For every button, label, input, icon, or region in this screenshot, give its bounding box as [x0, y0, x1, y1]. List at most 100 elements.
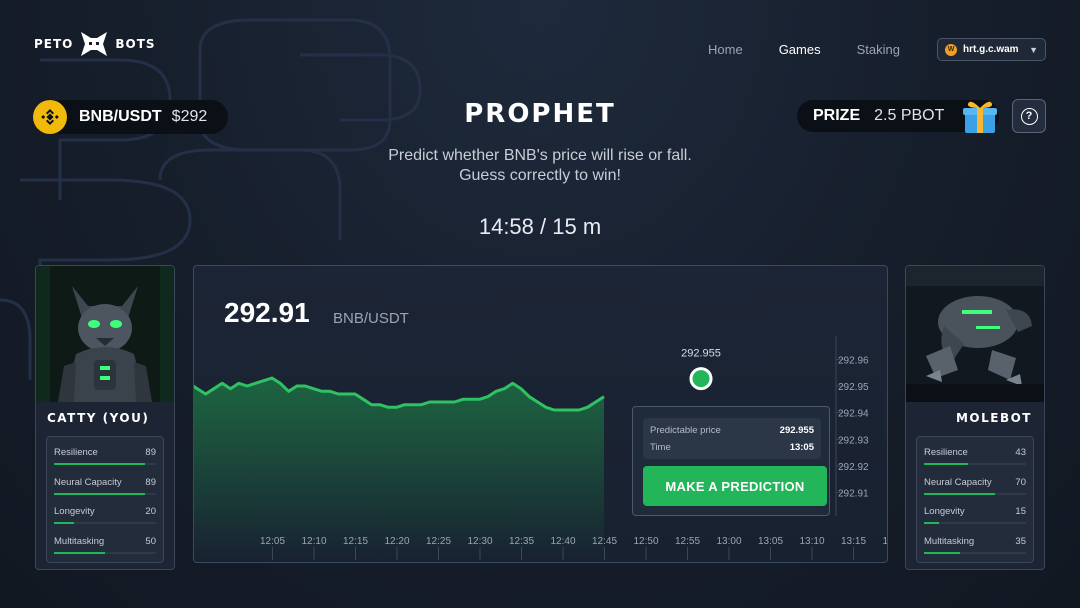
stat-label: Longevity	[924, 506, 965, 517]
player-stats-panel: Resilience 89 Neural Capacity 89 Longevi…	[46, 436, 164, 563]
wax-coin-icon: W	[945, 43, 957, 56]
stat-bar	[54, 492, 156, 495]
y-tick-label: 292.92	[838, 462, 869, 473]
catty-portrait-image	[36, 266, 174, 402]
stat-bar-fill	[924, 551, 960, 554]
stat-row: Resilience 89	[54, 441, 156, 471]
stat-label: Resilience	[924, 447, 968, 458]
stat-bar-fill	[54, 551, 105, 554]
stat-value: 70	[1015, 476, 1026, 488]
subtitle-line-2: Guess correctly to win!	[459, 167, 621, 184]
y-tick-label: 292.96	[838, 355, 869, 366]
brand-right: BOTS	[115, 37, 156, 51]
stat-value: 15	[1015, 506, 1026, 517]
x-tick-label: 12:35	[509, 536, 534, 547]
stat-bar-fill	[924, 463, 968, 465]
y-tick-label: 292.95	[838, 382, 869, 393]
x-tick-label: 12:30	[467, 536, 492, 547]
opponent-stats-panel: Resilience 43 Neural Capacity 70 Longevi…	[916, 436, 1034, 563]
x-tick-label: 12:50	[633, 536, 658, 547]
stat-label: Neural Capacity	[924, 476, 992, 488]
stat-bar	[924, 551, 1026, 554]
prediction-panel: Predictable price 292.955 Time 13:05 MAK…	[632, 406, 830, 516]
stat-label: Neural Capacity	[54, 476, 122, 488]
stat-row: Longevity 15	[924, 500, 1026, 530]
predictable-price-row: Predictable price 292.955	[650, 425, 814, 436]
make-prediction-button[interactable]: MAKE A PREDICTION	[643, 466, 827, 506]
brand-logo[interactable]: PETO BOTS	[34, 30, 156, 58]
brand-left: PETO	[34, 37, 74, 51]
y-tick-label: 292.91	[838, 489, 869, 500]
molebot-portrait-image	[906, 266, 1044, 402]
bot-head-icon	[81, 32, 108, 56]
stat-label: Multitasking	[54, 535, 105, 547]
current-pair: BNB/USDT	[333, 310, 409, 327]
stat-bar	[54, 551, 156, 554]
stat-value: 43	[1015, 447, 1026, 458]
game-subtitle: Predict whether BNB's price will rise or…	[0, 146, 1080, 186]
chevron-down-icon: ▼	[1029, 44, 1038, 55]
x-tick-label: 12:15	[343, 536, 368, 547]
stat-label: Multitasking	[924, 535, 975, 547]
main-nav: Home Games Staking	[708, 42, 900, 57]
wallet-dropdown[interactable]: W hrt.g.c.wam ▼	[937, 38, 1046, 61]
stat-row: Longevity 20	[54, 500, 156, 530]
prediction-info: Predictable price 292.955 Time 13:05	[643, 418, 821, 459]
stat-bar-fill	[54, 492, 145, 495]
nav-staking[interactable]: Staking	[857, 42, 900, 57]
opponent-bot-card: MOLEBOT Resilience 43 Neural Capacity 70…	[905, 265, 1045, 570]
stat-row: Multitasking 50	[54, 530, 156, 560]
stat-row: Multitasking 35	[924, 530, 1026, 560]
prize-value: 2.5 PBOT	[874, 107, 945, 124]
x-tick-label: 13:20	[882, 536, 888, 547]
time-label: Time	[650, 442, 671, 453]
prize-label: PRIZE	[813, 107, 861, 124]
price-chart-panel[interactable]: 12:05 12:10 12:15 12:20 12:25 12:30 12:35 12:40…	[193, 265, 888, 563]
prediction-marker-label: 292.955	[681, 348, 721, 360]
stat-value: 35	[1015, 535, 1026, 547]
gift-icon	[963, 101, 997, 133]
x-tick-label: 13:00	[716, 536, 741, 547]
x-tick-label: 13:15	[841, 536, 866, 547]
nav-games[interactable]: Games	[779, 42, 821, 57]
stat-row: Neural Capacity 89	[54, 471, 156, 501]
x-tick-label: 12:40	[550, 536, 575, 547]
stat-bar	[924, 522, 1026, 524]
time-row: Time 13:05	[650, 442, 814, 453]
player-bot-card: CATTY (YOU) Resilience 89 Neural Capacit…	[35, 265, 175, 570]
stat-value: 50	[145, 535, 156, 547]
predictable-price-label: Predictable price	[650, 425, 721, 436]
x-tick-label: 12:05	[260, 536, 285, 547]
question-icon: ?	[1020, 107, 1038, 125]
stat-label: Resilience	[54, 447, 98, 458]
y-tick-label: 292.93	[838, 435, 869, 446]
stat-value: 89	[145, 447, 156, 458]
stat-row: Resilience 43	[924, 441, 1026, 471]
stat-row: Neural Capacity 70	[924, 471, 1026, 501]
nav-home[interactable]: Home	[708, 42, 743, 57]
subtitle-line-1: Predict whether BNB's price will rise or…	[388, 147, 692, 164]
x-tick-label: 12:20	[384, 536, 409, 547]
round-timer: 14:58 / 15 m	[478, 214, 602, 239]
x-tick-label: 13:10	[799, 536, 824, 547]
x-tick-label: 12:10	[301, 536, 326, 547]
stat-bar-fill	[924, 522, 940, 524]
opponent-bot-name: MOLEBOT	[955, 411, 1032, 425]
stat-bar	[924, 492, 1026, 495]
predictable-price-value: 292.955	[779, 425, 814, 436]
wallet-account: hrt.g.c.wam	[963, 44, 1019, 55]
y-tick-label: 292.94	[838, 409, 869, 420]
x-tick-label: 13:05	[758, 536, 783, 547]
x-tick-label: 12:55	[675, 536, 700, 547]
stat-bar-fill	[54, 463, 145, 465]
x-tick-label: 12:25	[426, 536, 451, 547]
stat-value: 20	[145, 506, 156, 517]
player-bot-name: CATTY (YOU)	[47, 411, 150, 425]
time-value: 13:05	[789, 442, 814, 453]
stat-bar-fill	[54, 522, 75, 524]
stat-value: 89	[145, 476, 156, 488]
prediction-marker[interactable]	[689, 367, 713, 391]
current-price: 292.91	[224, 297, 310, 328]
help-button[interactable]: ?	[1012, 99, 1046, 133]
stat-bar	[54, 463, 156, 465]
